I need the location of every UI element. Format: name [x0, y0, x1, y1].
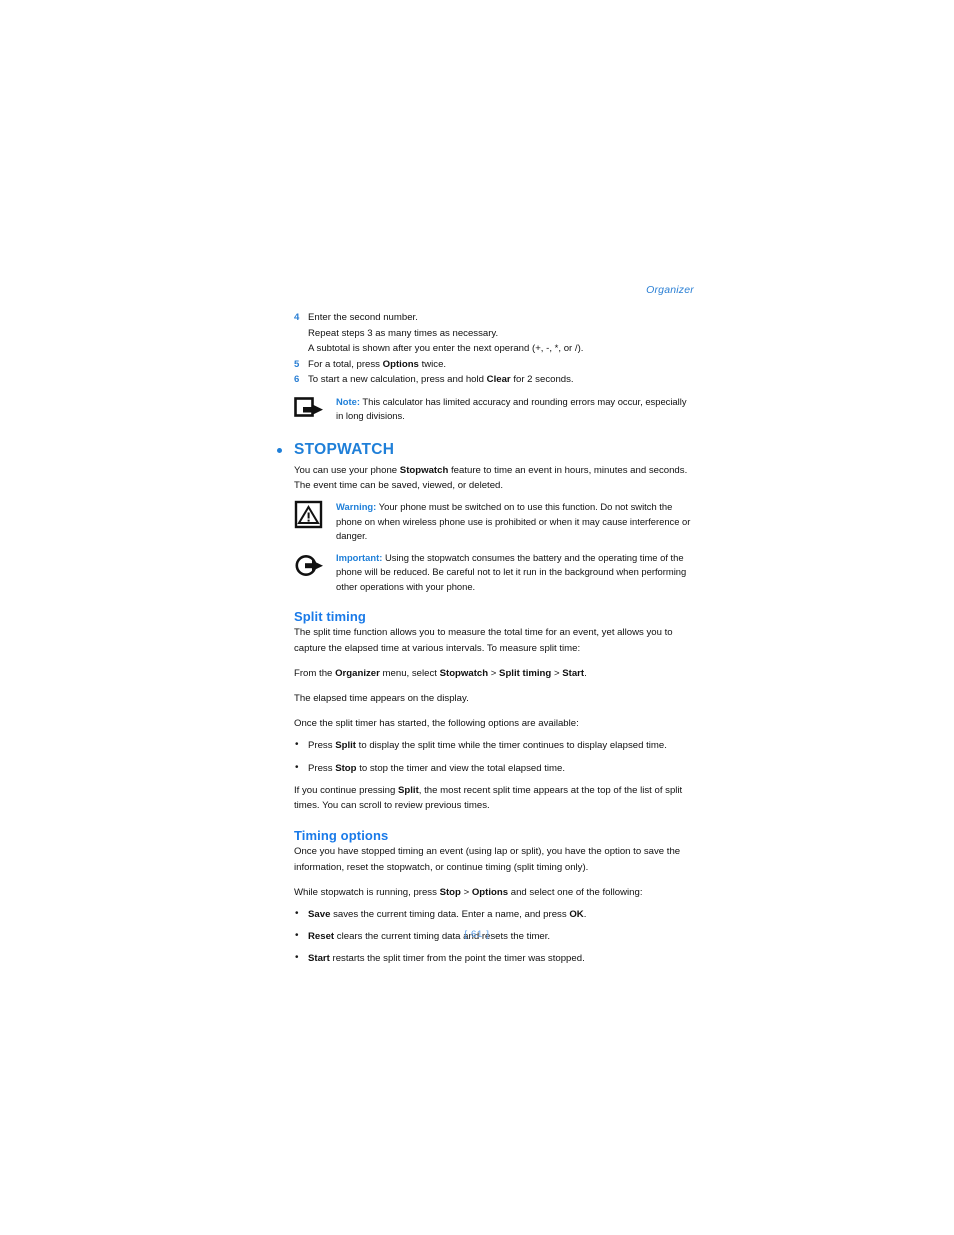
- item-pre: Press: [308, 740, 336, 752]
- item-post: saves the current timing data. Enter a n…: [330, 908, 570, 920]
- path-separator: >: [551, 667, 563, 679]
- step-number: 5: [294, 358, 300, 370]
- path-bold-start: Start: [562, 667, 585, 679]
- intro-bold: Stopwatch: [399, 464, 449, 476]
- item-bold-start: Start: [308, 953, 330, 965]
- note-body: This calculator has limited accuracy and…: [336, 395, 687, 422]
- path-end: .: [584, 667, 587, 679]
- substep-text: A subtotal is shown after you enter the …: [308, 343, 584, 354]
- stopwatch-intro: You can use your phone Stopwatch feature…: [294, 463, 694, 493]
- list-item: Press Stop to stop the timer and view th…: [294, 760, 694, 776]
- continue-pre: If you continue pressing: [294, 784, 398, 796]
- intro-before: You can use your phone: [294, 464, 400, 476]
- item-bold: Split: [335, 740, 356, 752]
- subsection-heading-timing-options: Timing options: [294, 828, 389, 844]
- item-bold-ok: OK: [569, 908, 584, 920]
- item-post: to stop the timer and view the total ela…: [356, 762, 566, 774]
- note-label: Note:: [336, 395, 360, 407]
- step-text-before: To start a new calculation, press and ho…: [308, 374, 487, 385]
- timing-options-path: While stopwatch is running, press Stop >…: [294, 885, 694, 900]
- running-head: Organizer: [646, 284, 694, 296]
- step-text-after: for 2 seconds.: [510, 374, 574, 385]
- important-text: Important: Using the stopwatch consumes …: [336, 551, 694, 595]
- while-pre: While stopwatch is running, press: [294, 886, 440, 898]
- while-post: and select one of the following:: [508, 886, 643, 898]
- path-separator: >: [488, 667, 500, 679]
- split-continue-text: If you continue pressing Split, the most…: [294, 783, 694, 813]
- path-part: From the: [294, 667, 336, 679]
- note-text: Note: This calculator has limited accura…: [336, 395, 694, 424]
- elapsed-time-text: The elapsed time appears on the display.: [294, 693, 469, 705]
- path-part: menu, select: [379, 667, 440, 679]
- while-separator: >: [460, 886, 472, 898]
- step-text-after: twice.: [418, 358, 447, 370]
- document-page: Organizer 4 Enter the second number. Repe…: [0, 0, 954, 1235]
- step-number: 4: [294, 312, 300, 323]
- section-heading-stopwatch: STOPWATCH: [277, 440, 694, 459]
- step-text-bold: Options: [382, 358, 419, 370]
- numbered-step: 4 Enter the second number.: [294, 310, 694, 326]
- warning-block: Warning: Your phone must be switched on …: [294, 500, 694, 544]
- list-item: Start restarts the split timer from the …: [294, 950, 694, 966]
- continue-bold: Split: [398, 784, 419, 796]
- while-bold-stop: Stop: [439, 886, 461, 898]
- list-item: Press Split to display the split time wh…: [294, 737, 694, 753]
- section-bullet-icon: [277, 447, 282, 453]
- item-pre: Press: [308, 762, 336, 774]
- path-bold-organizer: Organizer: [335, 667, 380, 679]
- substep-text: Repeat steps 3 as many times as necessar…: [308, 327, 499, 339]
- split-timing-path: From the Organizer menu, select Stopwatc…: [294, 666, 694, 681]
- subsection-heading-split-timing: Split timing: [294, 609, 366, 625]
- path-bold-split-timing: Split timing: [499, 667, 552, 679]
- warning-text: Warning: Your phone must be switched on …: [336, 500, 694, 544]
- timing-options-intro: Once you have stopped timing an event (u…: [294, 846, 681, 873]
- item-tail: .: [583, 908, 587, 920]
- item-bold: Stop: [335, 762, 357, 774]
- warning-body: Your phone must be switched on to use th…: [336, 500, 691, 542]
- important-label: Important:: [336, 551, 383, 563]
- note-arrow-square-icon: [294, 395, 325, 424]
- list-item: Save saves the current timing data. Ente…: [294, 906, 694, 922]
- section-heading-label: STOPWATCH: [294, 440, 395, 458]
- note-block: Note: This calculator has limited accura…: [294, 395, 694, 425]
- step-text-before: For a total, press: [308, 358, 383, 370]
- step-number: 6: [294, 374, 300, 385]
- split-timing-intro: The split time function allows you to me…: [294, 627, 673, 654]
- page-content: 4 Enter the second number. Repeat steps 3…: [277, 310, 694, 974]
- item-bold-save: Save: [308, 908, 331, 920]
- page-number: [ 61 ]: [464, 929, 490, 940]
- important-circle-arrow-icon: [294, 551, 325, 580]
- warning-triangle-icon: [294, 500, 325, 529]
- step-text-bold: Clear: [486, 374, 511, 385]
- split-options-list: Press Split to display the split time wh…: [294, 737, 694, 776]
- while-bold-options: Options: [471, 886, 509, 898]
- split-options-intro: Once the split timer has started, the fo…: [294, 718, 579, 730]
- step-text: Enter the second number.: [308, 312, 418, 323]
- item-post: restarts the split timer from the point …: [329, 953, 585, 965]
- path-bold-stopwatch: Stopwatch: [439, 667, 489, 679]
- warning-label: Warning:: [336, 500, 377, 512]
- numbered-step: 5 For a total, press Options twice.: [294, 357, 694, 373]
- item-post: to display the split time while the time…: [356, 740, 667, 752]
- important-block: Important: Using the stopwatch consumes …: [294, 551, 694, 595]
- important-body: Using the stopwatch consumes the battery…: [336, 551, 687, 592]
- numbered-step: 6 To start a new calculation, press and h…: [294, 372, 694, 388]
